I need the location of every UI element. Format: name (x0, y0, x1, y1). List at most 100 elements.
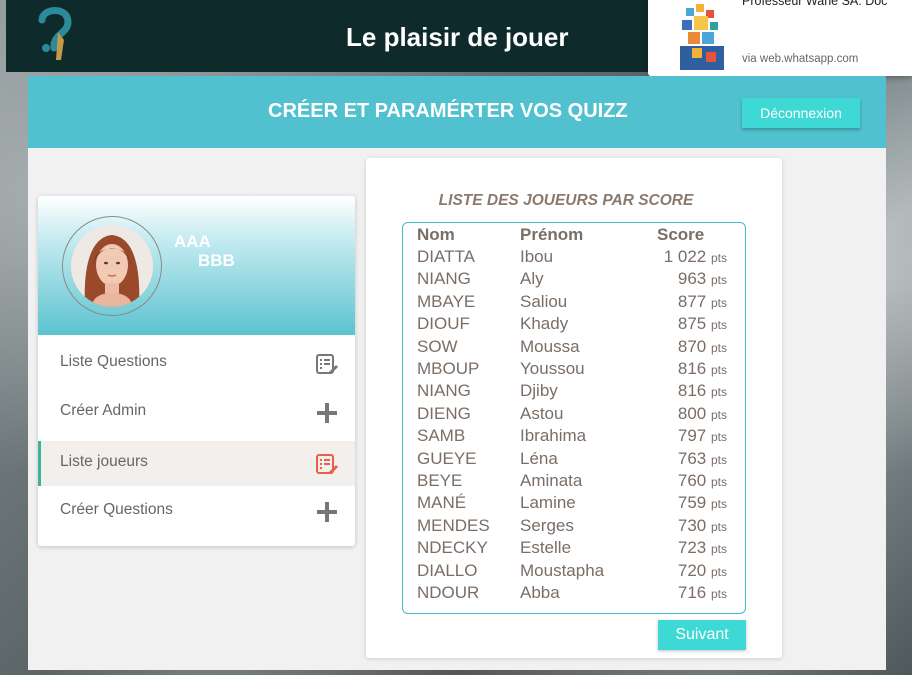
player-last-name: NIANG (417, 381, 471, 401)
player-score: 760 pts (678, 471, 727, 491)
sidebar-item-liste-joueurs[interactable]: Liste joueurs (38, 441, 355, 486)
logout-button[interactable]: Déconnexion (742, 98, 860, 128)
player-score-unit: pts (710, 340, 727, 355)
sidebar-item-creer-admin[interactable]: Créer Admin (38, 390, 355, 435)
sidebar-item-label: Créer Questions (60, 501, 173, 518)
table-row: DIATTA Ibou 1 022 pts (403, 247, 747, 269)
player-score: 797 pts (678, 426, 727, 446)
player-first-name: Lamine (520, 493, 576, 513)
player-score: 759 pts (678, 493, 727, 513)
table-row: NIANG Aly 963 pts (403, 269, 747, 291)
table-row: MANÉ Lamine 759 pts (403, 493, 747, 515)
table-row: MBOUP Youssou 816 pts (403, 359, 747, 381)
table-row: MBAYE Saliou 877 pts (403, 292, 747, 314)
list-edit-icon (315, 452, 339, 476)
player-last-name: MBAYE (417, 291, 476, 311)
player-last-name: SAMB (417, 426, 466, 446)
player-last-name: MANÉ (417, 493, 467, 513)
player-score-value: 720 (677, 560, 707, 580)
player-score: 730 pts (678, 516, 727, 536)
profile-last-name: BBB (198, 251, 235, 270)
player-score-value: 759 (677, 493, 707, 513)
sidebar-item-liste-questions[interactable]: Liste Questions (38, 341, 355, 386)
player-last-name: NDOUR (417, 583, 480, 602)
player-score-unit: pts (710, 564, 727, 579)
player-score-unit: pts (710, 475, 727, 489)
player-first-name: Aly (520, 269, 544, 289)
table-row: NDOUR Abba 716 pts (403, 583, 747, 605)
player-score: 963 pts (678, 269, 727, 289)
player-score-value: 875 (677, 314, 707, 334)
player-score-unit: pts (710, 452, 727, 467)
player-score: 763 pts (678, 449, 727, 469)
sidebar-item-label: Liste Questions (60, 353, 167, 370)
sidebar-item-creer-questions[interactable]: Créer Questions (38, 489, 355, 534)
table-row: NIANG Djiby 816 pts (403, 381, 747, 403)
table-row: SAMB Ibrahima 797 pts (403, 426, 747, 448)
player-first-name: Astou (520, 403, 564, 423)
next-button[interactable]: Suivant (658, 620, 746, 650)
player-last-name: DIOUF (417, 314, 470, 334)
player-last-name: BEYE (417, 471, 463, 490)
profile-card: AAA BBB Liste Questions Créer Admin List… (38, 196, 355, 546)
player-score-unit: pts (710, 587, 727, 601)
player-score: 1 022 pts (664, 247, 727, 267)
player-score-unit: pts (710, 273, 727, 288)
player-score: 720 pts (678, 561, 727, 581)
player-score-value: 797 (677, 426, 707, 446)
player-score: 723 pts (678, 538, 727, 558)
player-score-unit: pts (710, 363, 727, 377)
table-row: DIALLO Moustapha 720 pts (403, 561, 747, 583)
player-score-unit: pts (710, 430, 727, 445)
player-last-name: DIATTA (417, 247, 475, 266)
player-last-name: MBOUP (417, 359, 480, 378)
notification-source: via web.whatsapp.com (742, 53, 859, 65)
table-row: BEYE Aminata 760 pts (403, 471, 747, 493)
player-score-unit: pts (710, 407, 727, 422)
player-score-value: 763 (677, 448, 707, 468)
profile-header: AAA BBB (38, 196, 355, 335)
player-score-value: 760 (677, 471, 707, 490)
player-score-value: 816 (677, 381, 707, 401)
player-score: 800 pts (678, 404, 727, 424)
player-last-name: DIALLO (417, 560, 478, 580)
player-first-name: Estelle (520, 538, 572, 558)
player-last-name: NDECKY (417, 538, 488, 558)
sidebar-item-label: Créer Admin (60, 402, 147, 419)
player-first-name: Ibou (520, 247, 554, 266)
notification-image-icon (670, 0, 732, 70)
header-band: CRÉER ET PARAMÉRTER VOS QUIZZ Déconnexio… (28, 76, 886, 148)
whatsapp-notification[interactable]: Professeur Wane SA: Doc via web.whatsapp… (648, 0, 912, 76)
list-edit-icon (315, 352, 339, 376)
bottom-strip (0, 675, 912, 683)
main-panel: CRÉER ET PARAMÉRTER VOS QUIZZ Déconnexio… (28, 76, 886, 670)
player-score-value: 963 (677, 269, 707, 289)
player-score: 870 pts (678, 337, 727, 357)
player-first-name: Moustapha (520, 560, 605, 580)
player-score-value: 816 (677, 359, 707, 378)
player-score-unit: pts (710, 497, 727, 512)
player-first-name: Saliou (520, 291, 568, 311)
player-first-name: Ibrahima (520, 426, 587, 446)
player-first-name: Léna (520, 448, 558, 468)
player-first-name: Khady (520, 314, 569, 334)
avatar-ring (62, 216, 162, 316)
player-score-value: 870 (677, 336, 707, 356)
sidebar-item-label: Liste joueurs (60, 453, 148, 470)
column-header-score: Score (657, 225, 705, 244)
player-score: 816 pts (678, 381, 727, 401)
table-row: MENDES Serges 730 pts (403, 516, 747, 538)
table-row: DIOUF Khady 875 pts (403, 314, 747, 336)
player-last-name: GUEYE (417, 448, 477, 468)
player-first-name: Djiby (520, 381, 558, 401)
player-score: 716 pts (678, 583, 727, 603)
player-score: 877 pts (678, 292, 727, 312)
player-score-unit: pts (710, 251, 727, 265)
player-first-name: Serges (520, 515, 574, 535)
player-score-value: 1 022 (663, 247, 707, 266)
players-table: Nom Prénom Score DIATTA Ibou 1 022 pts NIAN… (402, 222, 746, 614)
player-score-value: 723 (677, 538, 707, 558)
plus-icon (315, 500, 339, 524)
player-score-value: 716 (677, 583, 707, 602)
player-first-name: Youssou (520, 359, 585, 378)
